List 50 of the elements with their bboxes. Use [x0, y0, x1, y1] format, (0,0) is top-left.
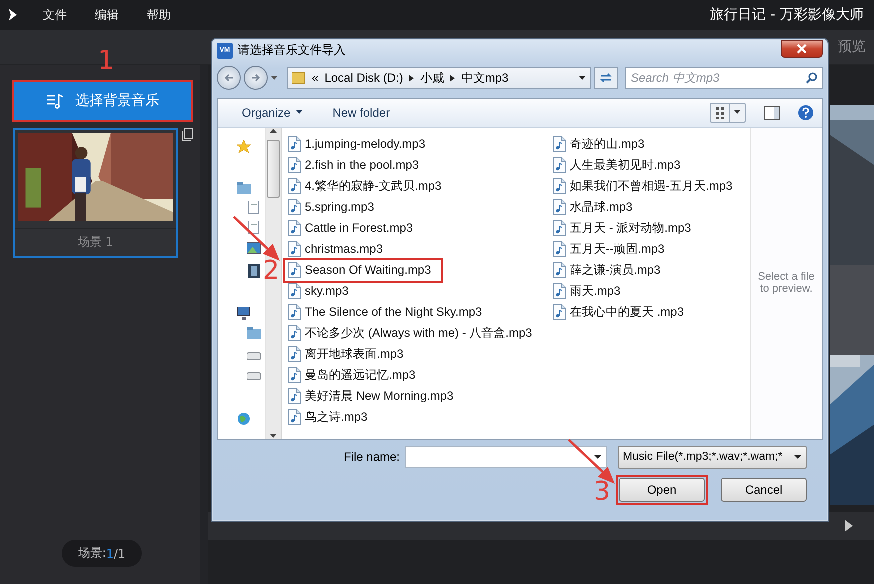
callout-number: 1 — [98, 48, 115, 74]
scene-total: /1 — [114, 546, 126, 560]
file-item[interactable]: 1.jumping-melody.mp3 — [285, 134, 428, 154]
search-field[interactable]: Search 中文mp3 — [625, 67, 823, 90]
music-button[interactable]: 选择背景音乐 — [14, 82, 191, 120]
toolbar-button[interactable]: Organize — [236, 102, 309, 123]
path-segment[interactable]: Local Disk (D:) — [324, 71, 404, 86]
app-title: 旅行日记 - 万彩影像大师 — [710, 6, 864, 24]
dialog-button[interactable]: Open — [619, 478, 705, 502]
file-item[interactable]: 不论多少次 (Always with me) - 八音盒.mp3 — [285, 324, 536, 343]
file-item[interactable]: 如果我们不曾相遇-五月天.mp3 — [550, 176, 736, 196]
path-segment[interactable]: 小戚 — [420, 70, 444, 87]
file-item[interactable]: 奇迹的山.mp3 — [550, 134, 648, 154]
dialog-title: 请选择音乐文件导入 — [238, 42, 346, 60]
file-item[interactable]: 薛之谦-演员.mp3 — [550, 260, 664, 280]
address-bar[interactable]: « Local Disk (D:) 小戚 中文mp3 — [287, 67, 591, 90]
file-item[interactable]: 5.spring.mp3 — [285, 198, 378, 217]
dialog-button[interactable]: Cancel — [721, 478, 807, 502]
file-item[interactable]: Cattle in Forest.mp3 — [285, 218, 416, 238]
preview-hint: Select a file to preview. — [757, 271, 816, 296]
file-item[interactable]: 2.fish in the pool.mp3 — [285, 156, 422, 175]
file-item[interactable]: christmas.mp3 — [285, 240, 386, 259]
scene-current: 1 — [106, 546, 114, 560]
file-item[interactable]: 水晶球.mp3 — [550, 198, 636, 217]
path-segment[interactable]: 中文mp3 — [461, 70, 509, 87]
file-item[interactable]: 美好清晨 New Morning.mp3 — [285, 386, 457, 406]
scene-card[interactable]: 场景 1 — [13, 128, 178, 258]
file-item[interactable]: 4.繁华的寂静-文武贝.mp3 — [285, 176, 445, 196]
file-type-dropdown[interactable]: Music File(*.mp3;*.wav;*.wam;* — [618, 446, 807, 469]
preview-label: 预览 — [838, 38, 866, 56]
path-overflow[interactable]: « — [312, 71, 319, 86]
callout-number: 2 — [263, 258, 280, 284]
file-item[interactable]: 五月天 - 派对动物.mp3 — [550, 218, 694, 238]
file-item[interactable]: 曼岛的遥远记忆.mp3 — [285, 366, 419, 385]
file-item[interactable]: sky.mp3 — [285, 282, 352, 301]
menu-item[interactable]: 帮助 — [140, 6, 178, 24]
scene-counter-label: 场景: — [78, 545, 106, 562]
file-item[interactable]: 鸟之诗.mp3 — [285, 408, 371, 427]
scene-label: 场景 1 — [78, 234, 114, 251]
file-item[interactable]: The Silence of the Night Sky.mp3 — [285, 302, 486, 322]
file-item[interactable]: 离开地球表面.mp3 — [285, 344, 407, 364]
callout-number: 3 — [594, 478, 611, 505]
file-name-label: File name: — [344, 450, 400, 464]
file-item[interactable]: 人生最美初见时.mp3 — [550, 156, 684, 175]
menu-item[interactable]: 文件 — [36, 6, 74, 24]
file-item[interactable]: 在我心中的夏天 .mp3 — [550, 302, 688, 322]
menu-item[interactable]: 编辑 — [88, 6, 126, 24]
toolbar-button[interactable]: New folder — [326, 102, 396, 123]
file-item[interactable]: 雨天.mp3 — [550, 282, 624, 301]
file-item[interactable]: 五月天--顽固.mp3 — [550, 240, 668, 259]
